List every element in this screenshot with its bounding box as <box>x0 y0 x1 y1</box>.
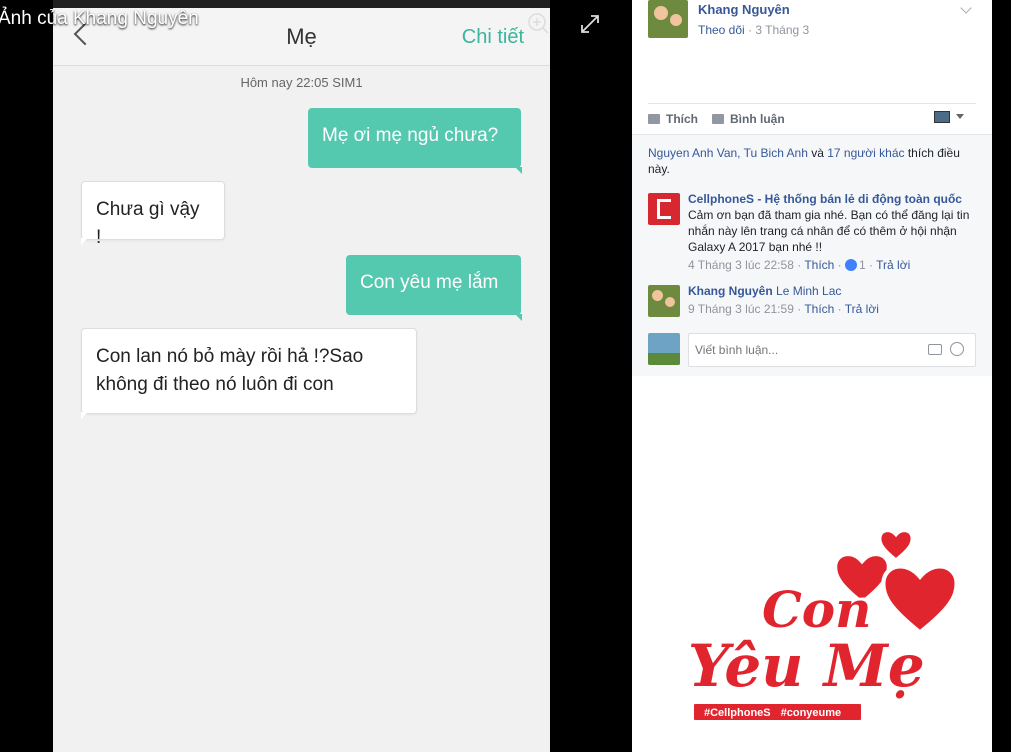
likes-others-link[interactable]: 17 người khác <box>827 146 904 160</box>
author-avatar[interactable] <box>648 0 688 38</box>
reaction-count[interactable]: 1 <box>859 258 866 272</box>
page-avatar-icon <box>934 111 950 123</box>
expand-icon[interactable] <box>578 12 602 36</box>
like-button[interactable]: Thích <box>648 112 698 126</box>
sticker-hashtags: #CellphoneS #conyeume <box>692 702 864 722</box>
hashtag-conyeume: #conyeume <box>780 707 842 719</box>
message-screenshot-photo: Mẹ Chi tiết Hôm nay 22:05 SIM1 Mẹ ơi mẹ … <box>53 0 550 752</box>
comment-author[interactable]: Khang Nguyên <box>688 284 773 298</box>
post-options-chevron-icon[interactable] <box>960 2 972 14</box>
sticker-word-yeu-me: Yêu Mẹ <box>688 632 925 700</box>
message-bubble-outgoing: Mẹ ơi mẹ ngủ chưa? <box>308 108 522 174</box>
comment-time[interactable]: 4 Tháng 3 lúc 22:58 <box>688 258 794 272</box>
cellphones-logo-icon[interactable] <box>648 193 680 225</box>
viewer-avatar <box>648 333 680 365</box>
phone-status-bar <box>53 0 550 8</box>
hashtag-cellphones: #CellphoneS <box>704 707 771 719</box>
comment-composer <box>648 333 978 367</box>
comment-reply-link[interactable]: Trả lời <box>845 302 879 316</box>
message-bubble-outgoing: Con yêu mẹ lắm <box>346 255 522 321</box>
zoom-in-icon[interactable] <box>527 12 549 34</box>
comment-meta: 4 Tháng 3 lúc 22:58 · Thích · 1 · Trả lờ… <box>688 258 911 272</box>
comment-text: Cảm ơn bạn đã tham gia nhé. Bạn có thể đ… <box>688 208 970 254</box>
comments-section: Nguyen Anh Van, Tu Bich Anh và 17 người … <box>632 134 992 376</box>
post-side-panel: Khang Nguyên Theo dõi · 3 Tháng 3 Thích … <box>632 0 992 752</box>
photo-viewer: Mẹ Chi tiết Hôm nay 22:05 SIM1 Mẹ ơi mẹ … <box>0 0 1011 752</box>
like-reaction-icon <box>845 259 858 271</box>
comment-mention[interactable]: Le Minh Lac <box>776 284 841 298</box>
comment-time[interactable]: 9 Tháng 3 lúc 21:59 <box>688 302 794 316</box>
message-bubble-incoming: Chưa gì vậy ! <box>81 181 225 248</box>
comment-like-link[interactable]: Thích <box>804 302 834 316</box>
comment-label: Bình luận <box>730 112 785 126</box>
comment-button[interactable]: Bình luận <box>712 112 785 126</box>
camera-icon[interactable] <box>928 344 942 355</box>
detail-link: Chi tiết <box>461 26 524 48</box>
like-label: Thích <box>666 112 698 126</box>
thumbs-up-icon <box>648 114 660 124</box>
comment-like-link[interactable]: Thích <box>804 258 834 272</box>
photo-owner-title[interactable]: Ảnh của Khang Nguyên <box>0 8 199 30</box>
con-yeu-me-sticker: Con Yêu Mẹ #CellphoneS #conyeume <box>682 520 972 730</box>
post-date[interactable]: 3 Tháng 3 <box>755 23 809 37</box>
message-bubble-incoming: Con lan nó bỏ mày rồi hả !?Sao không đi … <box>81 328 417 419</box>
heart-icon <box>881 564 959 636</box>
commenter-avatar[interactable] <box>648 285 680 317</box>
likes-people[interactable]: Nguyen Anh Van, Tu Bich Anh <box>648 146 808 160</box>
comment-author[interactable]: CellphoneS - Hệ thống bán lẻ di động toà… <box>688 192 962 206</box>
heart-icon <box>879 529 913 561</box>
thread-timestamp: Hôm nay 22:05 SIM1 <box>240 75 363 90</box>
comment-bubble-icon <box>712 114 724 124</box>
share-as-selector[interactable] <box>934 111 964 125</box>
comment-body: CellphoneS - Hệ thống bán lẻ di động toà… <box>688 191 978 273</box>
post-header: Khang Nguyên Theo dõi · 3 Tháng 3 <box>632 0 992 104</box>
viewer-edge <box>992 0 1011 752</box>
comment-body: Khang Nguyên Le Minh Lac 9 Tháng 3 lúc 2… <box>688 283 978 317</box>
post-author-name[interactable]: Khang Nguyên <box>698 2 790 17</box>
likes-summary: Nguyen Anh Van, Tu Bich Anh và 17 người … <box>648 146 960 176</box>
comment-reply-link[interactable]: Trả lời <box>876 258 910 272</box>
post-action-bar: Thích Bình luận <box>648 103 976 134</box>
sticker-word-con: Con <box>762 580 872 639</box>
follow-link[interactable]: Theo dõi <box>698 23 745 37</box>
chevron-down-icon <box>956 114 964 119</box>
follow-date-line: Theo dõi · 3 Tháng 3 <box>698 23 809 37</box>
comment-meta: 9 Tháng 3 lúc 21:59 · Thích · Trả lời <box>688 302 879 316</box>
emoji-icon[interactable] <box>950 342 964 356</box>
